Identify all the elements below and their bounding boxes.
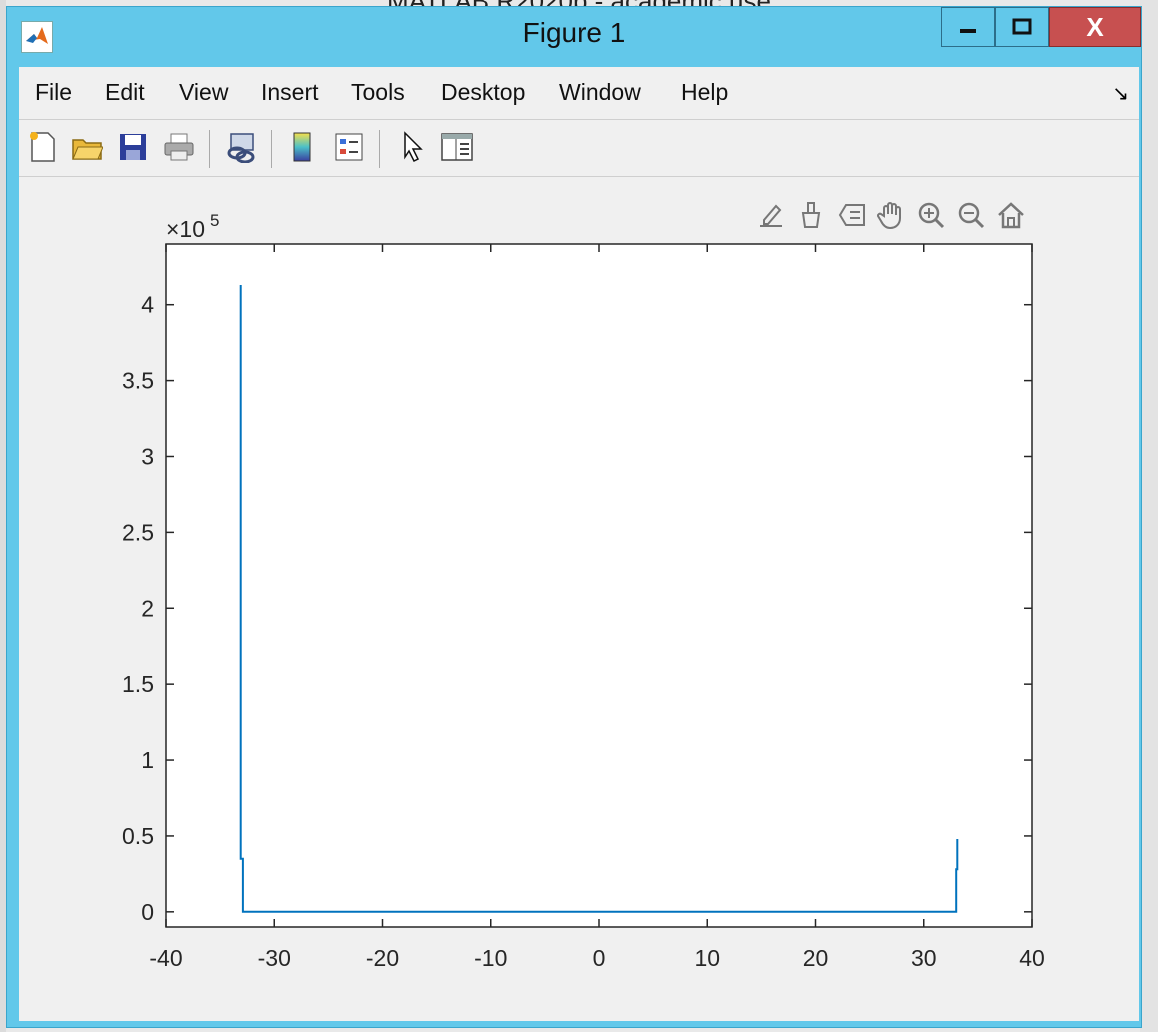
x-tick-label: -10 <box>474 945 507 971</box>
window-titlebar[interactable]: Figure 1 X <box>7 7 1141 67</box>
maximize-icon <box>1012 18 1032 35</box>
toolbar-separator <box>271 130 272 168</box>
x-tick-label: -20 <box>366 945 399 971</box>
maximize-button[interactable] <box>995 7 1049 47</box>
menu-tools[interactable]: Tools <box>351 79 405 106</box>
x-tick-label: 40 <box>1019 945 1045 971</box>
figure-client-area: File Edit View Insert Tools Desktop Wind… <box>19 67 1139 1021</box>
line-chart[interactable]: -40 -30 -20 -10 0 10 20 30 40 0 0.5 1 1.5 2 2.5 3 3.5 4 ×1… <box>19 177 1139 1021</box>
menu-view[interactable]: View <box>179 79 228 106</box>
y-tick-label: 3.5 <box>122 368 154 394</box>
edit-plot-icon[interactable] <box>395 128 431 166</box>
dock-arrow-icon[interactable]: ↘ <box>1112 81 1129 106</box>
save-icon[interactable] <box>115 128 151 166</box>
menu-bar: File Edit View Insert Tools Desktop Wind… <box>19 67 1139 120</box>
close-icon: X <box>1086 11 1104 42</box>
y-tick-label: 4 <box>141 292 154 318</box>
x-tick-label: 20 <box>803 945 829 971</box>
y-tick-label: 1 <box>141 747 154 773</box>
insert-colorbar-icon[interactable] <box>285 128 321 166</box>
property-inspector-icon[interactable] <box>439 128 475 166</box>
toolbar-separator <box>379 130 380 168</box>
x-tick-label: 10 <box>694 945 720 971</box>
print-icon[interactable] <box>161 128 197 166</box>
menu-desktop[interactable]: Desktop <box>441 79 525 106</box>
figure-toolbar <box>19 120 1139 177</box>
new-figure-icon[interactable] <box>25 128 61 166</box>
y-tick-label: 2.5 <box>122 519 154 545</box>
x-tick-label: -40 <box>149 945 182 971</box>
y-exponent-label: ×10 <box>166 216 205 242</box>
minimize-icon <box>960 29 976 33</box>
toolbar-separator <box>209 130 210 168</box>
minimize-button[interactable] <box>941 7 995 47</box>
menu-file[interactable]: File <box>35 79 72 106</box>
menu-insert[interactable]: Insert <box>261 79 319 106</box>
menu-window[interactable]: Window <box>559 79 641 106</box>
x-tick-label: 30 <box>911 945 937 971</box>
menu-help[interactable]: Help <box>681 79 728 106</box>
menu-edit[interactable]: Edit <box>105 79 145 106</box>
y-tick-label: 3 <box>141 443 154 469</box>
y-exponent-power: 5 <box>210 211 219 230</box>
link-plot-icon[interactable] <box>223 128 259 166</box>
axes-background <box>166 244 1032 927</box>
y-tick-label: 0.5 <box>122 823 154 849</box>
y-tick-label: 1.5 <box>122 671 154 697</box>
insert-legend-icon[interactable] <box>331 128 367 166</box>
plot-area: -40 -30 -20 -10 0 10 20 30 40 0 0.5 1 1.5 2 2.5 3 3.5 4 ×1… <box>19 177 1139 1021</box>
y-tick-label: 0 <box>141 899 154 925</box>
x-tick-label: 0 <box>593 945 606 971</box>
x-tick-label: -30 <box>258 945 291 971</box>
background-desktop-strip-right <box>1140 0 1158 1032</box>
open-file-icon[interactable] <box>69 128 105 166</box>
figure-window: Figure 1 X File Edit View Insert Tools D… <box>6 6 1142 1028</box>
y-tick-label: 2 <box>141 595 154 621</box>
close-button[interactable]: X <box>1049 7 1141 47</box>
